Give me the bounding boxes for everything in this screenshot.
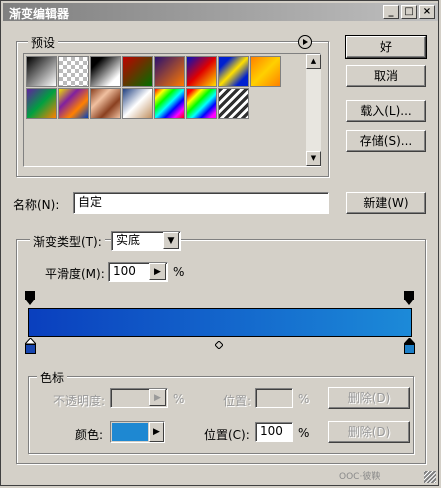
close-button[interactable]: ×: [419, 5, 435, 19]
midpoint-diamond-icon[interactable]: [214, 338, 224, 350]
preset-transparent-checker-gradient[interactable]: [58, 56, 89, 87]
color-stop-icon: [23, 337, 38, 354]
name-label: 名称(N):: [13, 198, 60, 212]
opacity-unit: %: [173, 392, 185, 406]
delete-color-stop-button: 删除(D): [328, 421, 410, 443]
preset-black-to-white-gradient[interactable]: [90, 56, 121, 87]
gradient-type-value: 实底: [116, 233, 141, 247]
opacity-location-input: [255, 388, 293, 408]
preset-orange-yellow-gradient[interactable]: [250, 56, 281, 87]
play-arrow-icon[interactable]: ▶: [149, 263, 166, 280]
play-arrow-icon[interactable]: ▶: [149, 422, 164, 442]
opacity-location-label: 位置:: [223, 394, 252, 408]
gradient-preview-bar[interactable]: [28, 308, 412, 337]
load-button[interactable]: 载入(L)...: [346, 100, 426, 122]
presets-list[interactable]: ▲ ▼: [23, 53, 321, 167]
ok-button[interactable]: 好: [345, 35, 427, 59]
color-location-input[interactable]: 100: [255, 422, 293, 442]
stops-label: 色标: [37, 369, 68, 386]
opacity-label: 不透明度:: [53, 394, 106, 408]
preset-copper-gradient[interactable]: [90, 88, 121, 119]
preset-violet-green-orange-gradient[interactable]: [26, 88, 57, 119]
maximize-button[interactable]: □: [401, 5, 417, 19]
title-bar[interactable]: 渐变编辑器 _ □ ×: [3, 3, 438, 21]
preset-blue-yellow-blue-gradient[interactable]: [218, 56, 249, 87]
color-label: 颜色:: [75, 428, 104, 442]
save-button[interactable]: 存储(S)...: [346, 130, 426, 152]
opacity-stop-icon: [25, 291, 35, 305]
smoothness-unit: %: [173, 265, 185, 279]
preset-blue-red-yellow-gradient[interactable]: [186, 56, 217, 87]
color-picker[interactable]: ▶: [110, 421, 165, 443]
scroll-down-icon[interactable]: ▼: [306, 151, 321, 166]
cancel-button[interactable]: 取消: [346, 65, 426, 87]
delete-opacity-stop-button: 删除(D): [328, 387, 410, 409]
scroll-up-icon[interactable]: ▲: [306, 54, 321, 69]
play-arrow-icon: ▶: [149, 389, 166, 406]
color-swatch[interactable]: [112, 423, 148, 441]
preset-chrome-gradient[interactable]: [122, 88, 153, 119]
smoothness-input[interactable]: 100 ▶: [108, 262, 168, 282]
preset-yellow-violet-orange-blue-gradient[interactable]: [58, 88, 89, 119]
color-stop-selected-icon: [402, 337, 417, 354]
resize-grip-icon[interactable]: [424, 471, 436, 483]
color-stop-left[interactable]: [23, 337, 38, 354]
play-arrow-icon: [303, 39, 308, 45]
smoothness-label: 平滑度(M):: [45, 267, 105, 281]
preset-red-green-gradient[interactable]: [122, 56, 153, 87]
color-location-unit: %: [298, 426, 310, 440]
preset-spectrum-gradient[interactable]: [154, 88, 185, 119]
preset-transparent-rainbow-gradient[interactable]: [186, 88, 217, 119]
preset-transparent-stripes-gradient[interactable]: [218, 88, 249, 119]
gradient-type-select[interactable]: 实底 ▼: [111, 231, 181, 251]
color-stop-right[interactable]: [402, 337, 417, 354]
opacity-stop-right[interactable]: [404, 291, 414, 305]
watermark: OOC·彼鞅: [339, 472, 381, 482]
presets-label: 预设: [28, 34, 59, 51]
circle-arrow-right-icon[interactable]: [298, 35, 312, 49]
name-input[interactable]: 自定: [73, 192, 329, 214]
new-button[interactable]: 新建(W): [346, 192, 426, 214]
gradient-type-label: 渐变类型(T):: [30, 233, 105, 250]
chevron-down-icon[interactable]: ▼: [163, 232, 179, 249]
color-location-label: 位置(C):: [204, 428, 250, 442]
window-title: 渐变编辑器: [9, 7, 70, 21]
presets-scrollbar[interactable]: ▲ ▼: [306, 54, 321, 166]
smoothness-value: 100: [113, 264, 136, 278]
minimize-button[interactable]: _: [383, 5, 399, 19]
gradient-editor-dialog: 渐变编辑器 _ □ × 预设 ▲ ▼ 好 取消 载入(L)... 存储(S)..…: [0, 0, 439, 486]
preset-black-white-gradient[interactable]: [26, 56, 57, 87]
opacity-input: ▶: [110, 388, 168, 408]
opacity-location-unit: %: [298, 392, 310, 406]
opacity-stop-icon: [404, 291, 414, 305]
preset-violet-orange-gradient[interactable]: [154, 56, 185, 87]
opacity-stop-left[interactable]: [25, 291, 35, 305]
